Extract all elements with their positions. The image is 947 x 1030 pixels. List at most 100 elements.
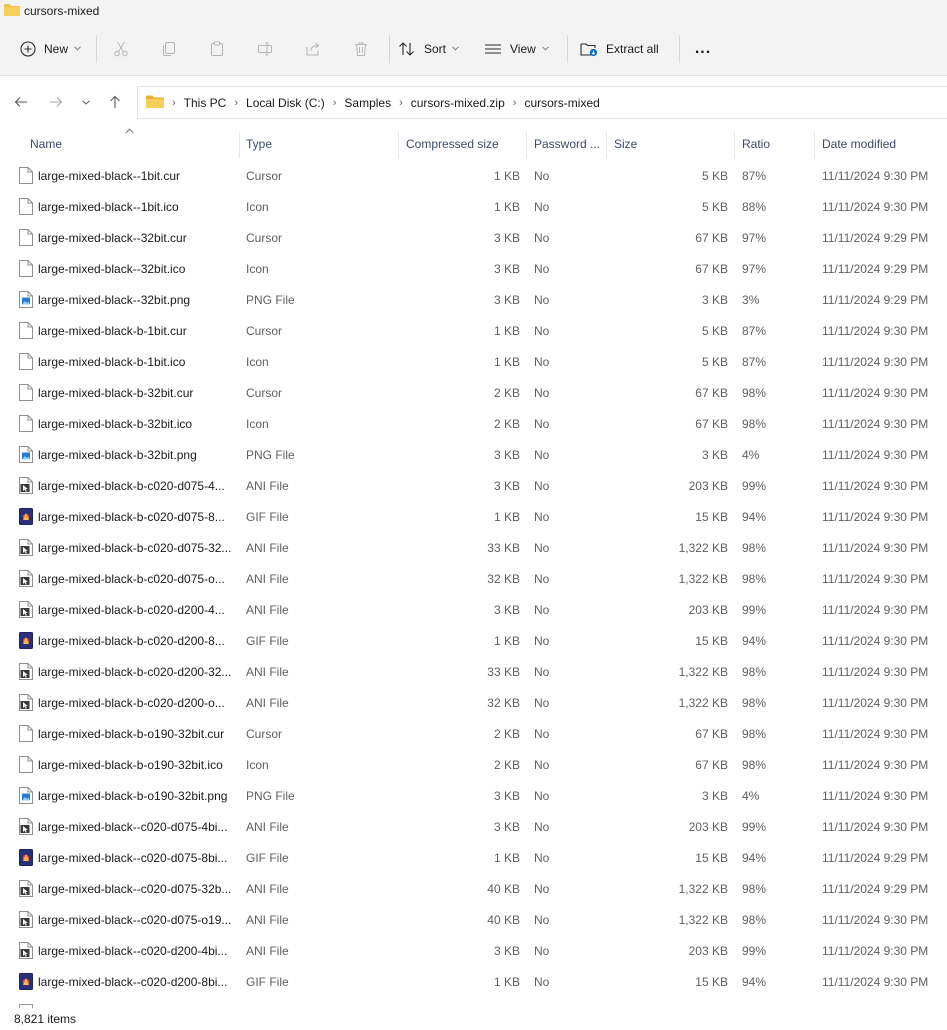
column-divider[interactable] [606,132,607,158]
column-divider[interactable] [239,132,240,158]
file-ratio: 87% [742,354,767,369]
file-date-modified: 11/11/2024 9:30 PM [822,199,929,214]
file-row[interactable]: large-mixed-black-b-32bit.png PNG File 3 K… [0,439,947,470]
blank-file-icon [19,167,33,184]
column-divider[interactable] [526,132,527,158]
breadcrumb-samples[interactable]: Samples [344,96,391,110]
column-header-date-modified[interactable]: Date modified [822,128,942,160]
file-row[interactable]: large-mixed-black--32bit.ico Icon 3 KB No 67… [0,253,947,284]
file-row[interactable]: large-mixed-black--c020-d075-32b... ANI F… [0,873,947,904]
file-compressed-size: 3 KB [493,478,520,493]
file-row[interactable]: large-mixed-black-b-c020-d200-o... ANI Fi… [0,687,947,718]
file-row[interactable]: large-mixed-black-b-c020-d200-32... ANI F… [0,656,947,687]
column-header-size[interactable]: Size [614,128,732,160]
file-row[interactable]: large-mixed-black-b-c020-d075-4... ANI Fi… [0,470,947,501]
forward-button[interactable] [46,94,66,110]
file-ratio: 99% [742,602,767,617]
more-options-button[interactable]: ... [680,33,726,65]
address-bar[interactable]: › This PC › Local Disk (C:) › Samples › … [137,86,947,119]
column-header-compressed-size[interactable]: Compressed size [406,128,524,160]
file-name: large-mixed-black--c020-d075-o19... [38,912,232,927]
arrow-up-icon [110,95,120,108]
paste-button[interactable] [193,33,241,65]
file-size: 1,322 KB [678,540,728,555]
file-row[interactable]: large-mixed-black-b-o190-32bit.png PNG Fi… [0,780,947,811]
file-row[interactable]: large-mixed-black--32bit.cur Cursor 3 KB No… [0,222,947,253]
breadcrumb-zip-file[interactable]: cursors-mixed.zip [411,96,505,110]
file-type: Cursor [246,323,283,338]
file-name: large-mixed-black-b-32bit.ico [38,416,193,431]
sort-button[interactable]: Sort [392,33,478,65]
file-compressed-size: 2 KB [493,385,520,400]
column-header-ratio[interactable]: Ratio [742,128,812,160]
file-password-protected: No [534,819,550,834]
breadcrumb-current-folder[interactable]: cursors-mixed [524,96,599,110]
breadcrumb-this-pc[interactable]: This PC [184,96,227,110]
file-row[interactable]: large-mixed-black--1bit.ico Icon 1 KB No 5 K… [0,191,947,222]
file-row[interactable]: large-mixed-black-b-c020-d200-8... GIF Fi… [0,625,947,656]
file-password-protected: No [534,974,550,989]
file-type: Cursor [246,168,283,183]
file-date-modified: 11/11/2024 9:30 PM [822,757,929,772]
copy-icon [163,41,175,56]
file-row[interactable]: large-mixed-black-b-o190-32bit.ico Icon 2 … [0,749,947,780]
file-name: large-mixed-black-b-c020-d075-4... [38,478,225,493]
back-button[interactable] [11,94,31,110]
column-divider[interactable] [398,132,399,158]
chevron-down-icon [82,99,90,105]
blank-file-icon [19,260,33,277]
file-row[interactable]: large-mixed-black-b-1bit.cur Cursor 1 KB No… [0,315,947,346]
new-button[interactable]: New [14,33,88,65]
file-row[interactable]: large-mixed-black-b-c020-d075-32... ANI F… [0,532,947,563]
delete-button[interactable] [337,33,385,65]
column-divider[interactable] [734,132,735,158]
file-row[interactable]: large-mixed-black-b-c020-d200-4... ANI Fi… [0,594,947,625]
view-button[interactable]: View [478,33,564,65]
file-date-modified: 11/11/2024 9:30 PM [822,912,929,927]
sort-arrows-icon [399,41,414,56]
file-date-modified: 11/11/2024 9:29 PM [822,850,929,865]
column-divider[interactable] [814,132,815,158]
file-row[interactable]: large-mixed-black--1bit.cur Cursor 1 KB No 5… [0,160,947,191]
blank-file-icon [19,353,33,370]
file-ratio: 99% [742,478,767,493]
recent-locations-button[interactable] [76,94,96,110]
rename-button[interactable] [241,33,289,65]
column-header-password[interactable]: Password ... [534,128,606,160]
copy-button[interactable] [145,33,193,65]
file-size: 5 KB [701,323,728,338]
column-header-name[interactable]: Name [30,128,238,160]
file-compressed-size: 40 KB [487,881,520,896]
file-ratio: 98% [742,726,767,741]
more-options-icon: ... [694,39,712,57]
cut-button[interactable] [97,33,145,65]
file-name: large-mixed-black-b-1bit.cur [38,323,187,338]
file-row[interactable]: large-mixed-black-b-c020-d075-8... GIF Fi… [0,501,947,532]
share-button[interactable] [289,33,337,65]
file-row[interactable]: large-mixed-black--c020-d075-8bi... GIF F… [0,842,947,873]
file-size: 203 KB [688,943,728,958]
breadcrumb-local-disk[interactable]: Local Disk (C:) [246,96,325,110]
file-ratio: 4% [742,788,760,803]
file-row[interactable]: large-mixed-black--c020-d075-o19... ANI F… [0,904,947,935]
column-header-type[interactable]: Type [246,128,396,160]
file-row[interactable]: large-mixed-black-b-1bit.ico Icon 1 KB No 5 … [0,346,947,377]
file-row[interactable]: large-mixed-black--c020-d075-4bi... ANI F… [0,811,947,842]
up-button[interactable] [105,94,125,110]
animated-cursor-file-icon [19,601,33,618]
file-row[interactable]: large-mixed-black-b-o190-32bit.cur Cursor… [0,718,947,749]
blank-file-icon [19,322,33,339]
file-row[interactable]: large-mixed-black-b-32bit.cur Cursor 2 KB N… [0,377,947,408]
item-count: 8,821 items [14,1012,77,1026]
file-size: 67 KB [695,261,728,276]
file-date-modified: 11/11/2024 9:30 PM [822,540,929,555]
file-row[interactable]: large-mixed-black--c020-d200-8bi... GIF F… [0,966,947,997]
file-compressed-size: 3 KB [493,230,520,245]
file-row[interactable]: large-mixed-black--32bit.png PNG File 3 KB… [0,284,947,315]
file-date-modified: 11/11/2024 9:30 PM [822,354,929,369]
extract-all-button[interactable]: Extract all [574,33,670,65]
file-row[interactable]: large-mixed-black-b-c020-d075-o... ANI Fi… [0,563,947,594]
file-password-protected: No [534,199,550,214]
file-row[interactable]: large-mixed-black-b-32bit.ico Icon 2 KB No 6… [0,408,947,439]
file-row[interactable]: large-mixed-black--c020-d200-4bi... ANI F… [0,935,947,966]
